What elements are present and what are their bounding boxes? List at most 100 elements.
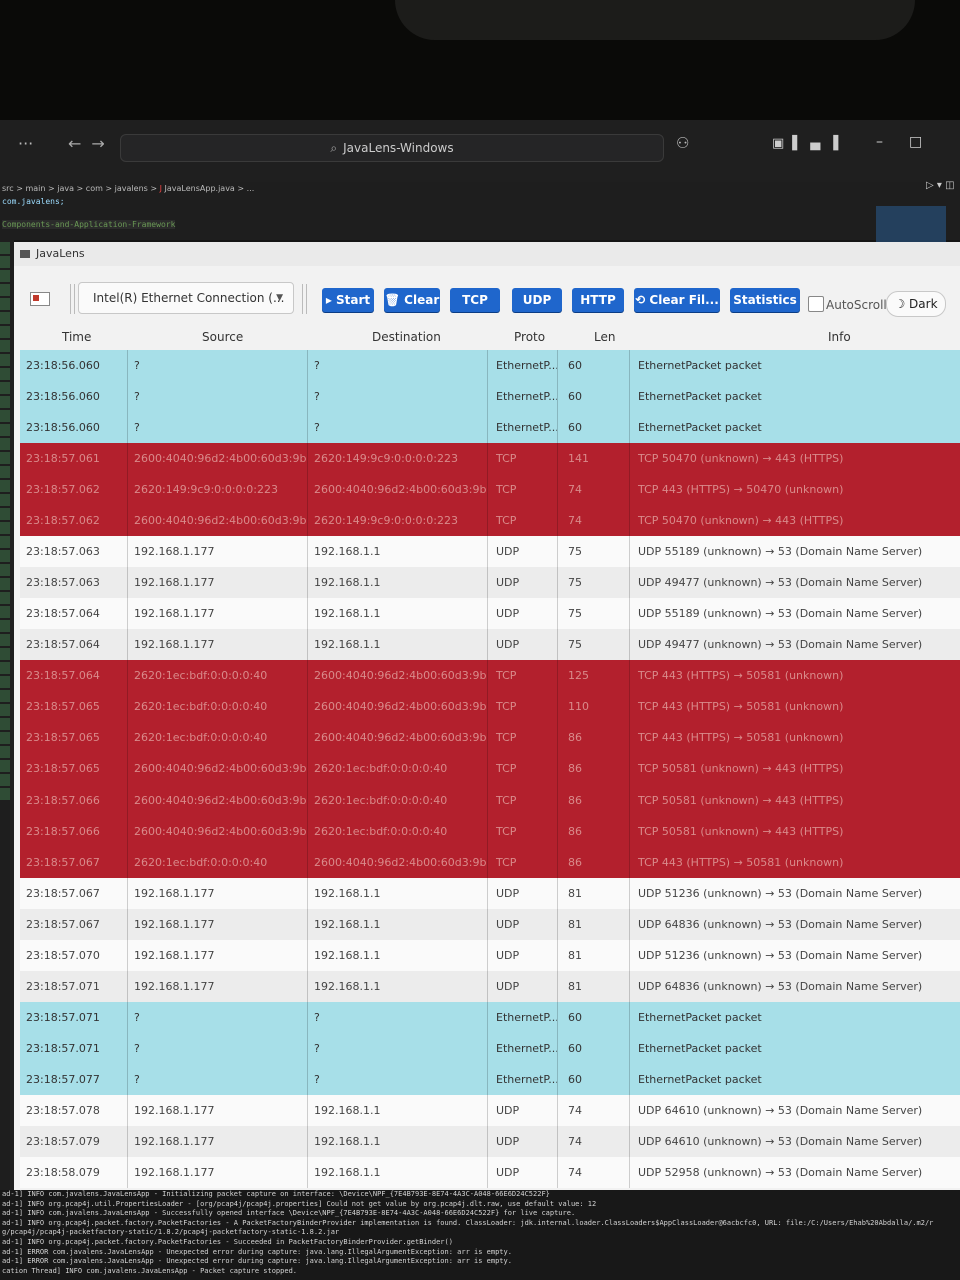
statistics-button[interactable]: Statistics xyxy=(730,288,800,312)
cell-source: 2620:1ec:bdf:0:0:0:0:40 xyxy=(128,691,308,723)
cell-proto: UDP xyxy=(488,1156,558,1188)
cell-len: 74 xyxy=(558,1125,630,1157)
cell-source: 192.168.1.177 xyxy=(128,908,308,940)
copilot-icon[interactable]: ⚇ xyxy=(676,134,689,152)
cell-time: 23:18:57.065 xyxy=(20,722,128,754)
cell-proto: TCP xyxy=(488,660,558,692)
table-row[interactable]: 23:18:57.062 2620:149:9c9:0:0:0:0:223 2600… xyxy=(20,474,960,506)
table-row[interactable]: 23:18:57.071?? EthernetP... 60 EthernetPack… xyxy=(20,1032,960,1064)
table-row[interactable]: 23:18:57.065 2600:4040:96d2:4b00:60d3:9b.… xyxy=(20,753,960,785)
col-len[interactable]: Len xyxy=(594,330,615,344)
autoscroll-checkbox[interactable] xyxy=(808,296,824,312)
table-row[interactable]: 23:18:57.077?? EthernetP... 60 EthernetPack… xyxy=(20,1063,960,1095)
clear-filter-button[interactable]: ⟲ Clear Fil... xyxy=(634,288,720,312)
cell-len: 60 xyxy=(558,1001,630,1033)
cell-len: 75 xyxy=(558,536,630,568)
cell-source: ? xyxy=(128,350,308,382)
ide-title-bar: ··· ←→ ⌕ JavaLens-Windows ⚇ ▣▌▄▐ –□ xyxy=(0,120,960,183)
http-filter-button[interactable]: HTTP xyxy=(572,288,624,312)
window-controls[interactable]: –□ xyxy=(876,134,948,150)
table-row[interactable]: 23:18:57.079 192.168.1.177 192.168.1.1 UDP 7… xyxy=(20,1125,960,1157)
table-row[interactable]: 23:18:56.060?? EthernetP... 60 EthernetPack… xyxy=(20,412,960,444)
table-row[interactable]: 23:18:57.063 192.168.1.177 192.168.1.1 UDP 7… xyxy=(20,536,960,568)
col-destination[interactable]: Destination xyxy=(372,330,441,344)
command-search[interactable]: ⌕ JavaLens-Windows xyxy=(120,134,664,162)
table-row[interactable]: 23:18:56.060?? EthernetP... 60 EthernetPack… xyxy=(20,350,960,382)
table-row[interactable]: 23:18:57.066 2600:4040:96d2:4b00:60d3:9b.… xyxy=(20,815,960,847)
maximize-icon[interactable]: □ xyxy=(909,134,948,150)
table-row[interactable]: 23:18:57.066 2600:4040:96d2:4b00:60d3:9b.… xyxy=(20,784,960,816)
cell-time: 23:18:57.063 xyxy=(20,536,128,568)
table-row[interactable]: 23:18:57.067 192.168.1.177 192.168.1.1 UDP 8… xyxy=(20,908,960,940)
javalens-window: JavaLens Intel(R) Ethernet Connection (.… xyxy=(14,242,960,1190)
table-row[interactable]: 23:18:57.071 192.168.1.177 192.168.1.1 UDP 8… xyxy=(20,970,960,1002)
cell-info: UDP 55189 (unknown) → 53 (Domain Name Se… xyxy=(638,545,923,559)
cell-time: 23:18:57.079 xyxy=(20,1125,128,1157)
table-row[interactable]: 23:18:57.065 2620:1ec:bdf:0:0:0:0:40 2600:… xyxy=(20,722,960,754)
cell-time: 23:18:57.065 xyxy=(20,753,128,785)
app-title: JavaLens xyxy=(36,247,85,260)
breadcrumb-path[interactable]: src > main > java > com > javalens > xyxy=(2,184,160,193)
nav-arrows[interactable]: ←→ xyxy=(68,134,115,153)
cell-destination: ? xyxy=(308,1001,488,1033)
packet-table[interactable]: 23:18:56.060?? EthernetP... 60 EthernetPack… xyxy=(20,350,960,1190)
clear-button[interactable]: 🗑 Clear xyxy=(384,288,440,312)
col-time[interactable]: Time xyxy=(62,330,91,344)
cell-proto: TCP xyxy=(488,474,558,506)
table-row[interactable]: 23:18:57.064 192.168.1.177 192.168.1.1 UDP 7… xyxy=(20,629,960,661)
cell-len: 86 xyxy=(558,784,630,816)
table-row[interactable]: 23:18:57.065 2620:1ec:bdf:0:0:0:0:40 2600:… xyxy=(20,691,960,723)
table-row[interactable]: 23:18:57.067 2620:1ec:bdf:0:0:0:0:40 2600:… xyxy=(20,846,960,878)
cell-source: 192.168.1.177 xyxy=(128,536,308,568)
cell-proto: TCP xyxy=(488,815,558,847)
cell-proto: EthernetP... xyxy=(488,412,558,444)
more-icon[interactable]: ··· xyxy=(18,134,33,153)
cell-proto: TCP xyxy=(488,505,558,537)
table-row[interactable]: 23:18:57.061 2600:4040:96d2:4b00:60d3:9b.… xyxy=(20,443,960,475)
breadcrumb-file[interactable]: JavaLensApp.java > ... xyxy=(165,184,255,193)
col-proto[interactable]: Proto xyxy=(514,330,545,344)
cell-time: 23:18:57.064 xyxy=(20,629,128,661)
cell-proto: UDP xyxy=(488,536,558,568)
console-line: g/pcap4j/pcap4j-packetfactory-static/1.8… xyxy=(2,1228,340,1237)
table-row[interactable]: 23:18:57.071?? EthernetP... 60 EthernetPack… xyxy=(20,1001,960,1033)
back-arrow-icon[interactable]: ← xyxy=(68,134,91,153)
console-line: ad-1] INFO org.pcap4j.util.PropertiesLoa… xyxy=(2,1199,597,1208)
forward-arrow-icon[interactable]: → xyxy=(91,134,114,153)
table-row[interactable]: 23:18:57.062 2600:4040:96d2:4b00:60d3:9b.… xyxy=(20,505,960,537)
cell-info: TCP 50470 (unknown) → 443 (HTTPS) xyxy=(638,452,844,466)
cell-info: UDP 64610 (unknown) → 53 (Domain Name Se… xyxy=(638,1103,923,1117)
minimize-icon[interactable]: – xyxy=(876,134,909,150)
cell-info: TCP 443 (HTTPS) → 50581 (unknown) xyxy=(638,855,844,869)
col-source[interactable]: Source xyxy=(202,330,243,344)
interface-select[interactable]: Intel(R) Ethernet Connection (... ▼ xyxy=(78,282,294,314)
breadcrumb[interactable]: src > main > java > com > javalens > J J… xyxy=(2,184,254,193)
layout-icons[interactable]: ▣▌▄▐ xyxy=(772,136,846,151)
table-row[interactable]: 23:18:58.079 192.168.1.177 192.168.1.1 UDP 7… xyxy=(20,1156,960,1188)
udp-filter-button[interactable]: UDP xyxy=(512,288,562,312)
col-info[interactable]: Info xyxy=(828,330,851,344)
run-icon[interactable]: ▷ ▾ ◫ xyxy=(926,180,955,191)
cell-proto: UDP xyxy=(488,598,558,630)
cell-time: 23:18:57.071 xyxy=(20,1001,128,1033)
tcp-filter-button[interactable]: TCP xyxy=(450,288,500,312)
cell-time: 23:18:57.067 xyxy=(20,877,128,909)
cell-time: 23:18:57.067 xyxy=(20,846,128,878)
cell-source: 2620:149:9c9:0:0:0:0:223 xyxy=(128,474,308,506)
cell-proto: EthernetP... xyxy=(488,1063,558,1095)
table-row[interactable]: 23:18:56.060?? EthernetP... 60 EthernetPack… xyxy=(20,381,960,413)
cell-info: TCP 50581 (unknown) → 443 (HTTPS) xyxy=(638,824,844,838)
cell-len: 81 xyxy=(558,908,630,940)
cell-destination: 192.168.1.1 xyxy=(308,908,488,940)
table-row[interactable]: 23:18:57.063 192.168.1.177 192.168.1.1 UDP 7… xyxy=(20,567,960,599)
table-row[interactable]: 23:18:57.067 192.168.1.177 192.168.1.1 UDP 8… xyxy=(20,877,960,909)
cell-source: ? xyxy=(128,381,308,413)
table-row[interactable]: 23:18:57.064 2620:1ec:bdf:0:0:0:0:40 2600:… xyxy=(20,660,960,692)
start-button[interactable]: ▸ Start xyxy=(322,288,374,312)
dark-mode-toggle[interactable]: ☽ Dark xyxy=(886,291,946,317)
table-row[interactable]: 23:18:57.070 192.168.1.177 192.168.1.1 UDP 8… xyxy=(20,939,960,971)
table-row[interactable]: 23:18:57.078 192.168.1.177 192.168.1.1 UDP 7… xyxy=(20,1094,960,1126)
table-row[interactable]: 23:18:57.064 192.168.1.177 192.168.1.1 UDP 7… xyxy=(20,598,960,630)
editor-breadcrumb: src > main > java > com > javalens > J J… xyxy=(0,180,960,240)
cell-len: 60 xyxy=(558,412,630,444)
